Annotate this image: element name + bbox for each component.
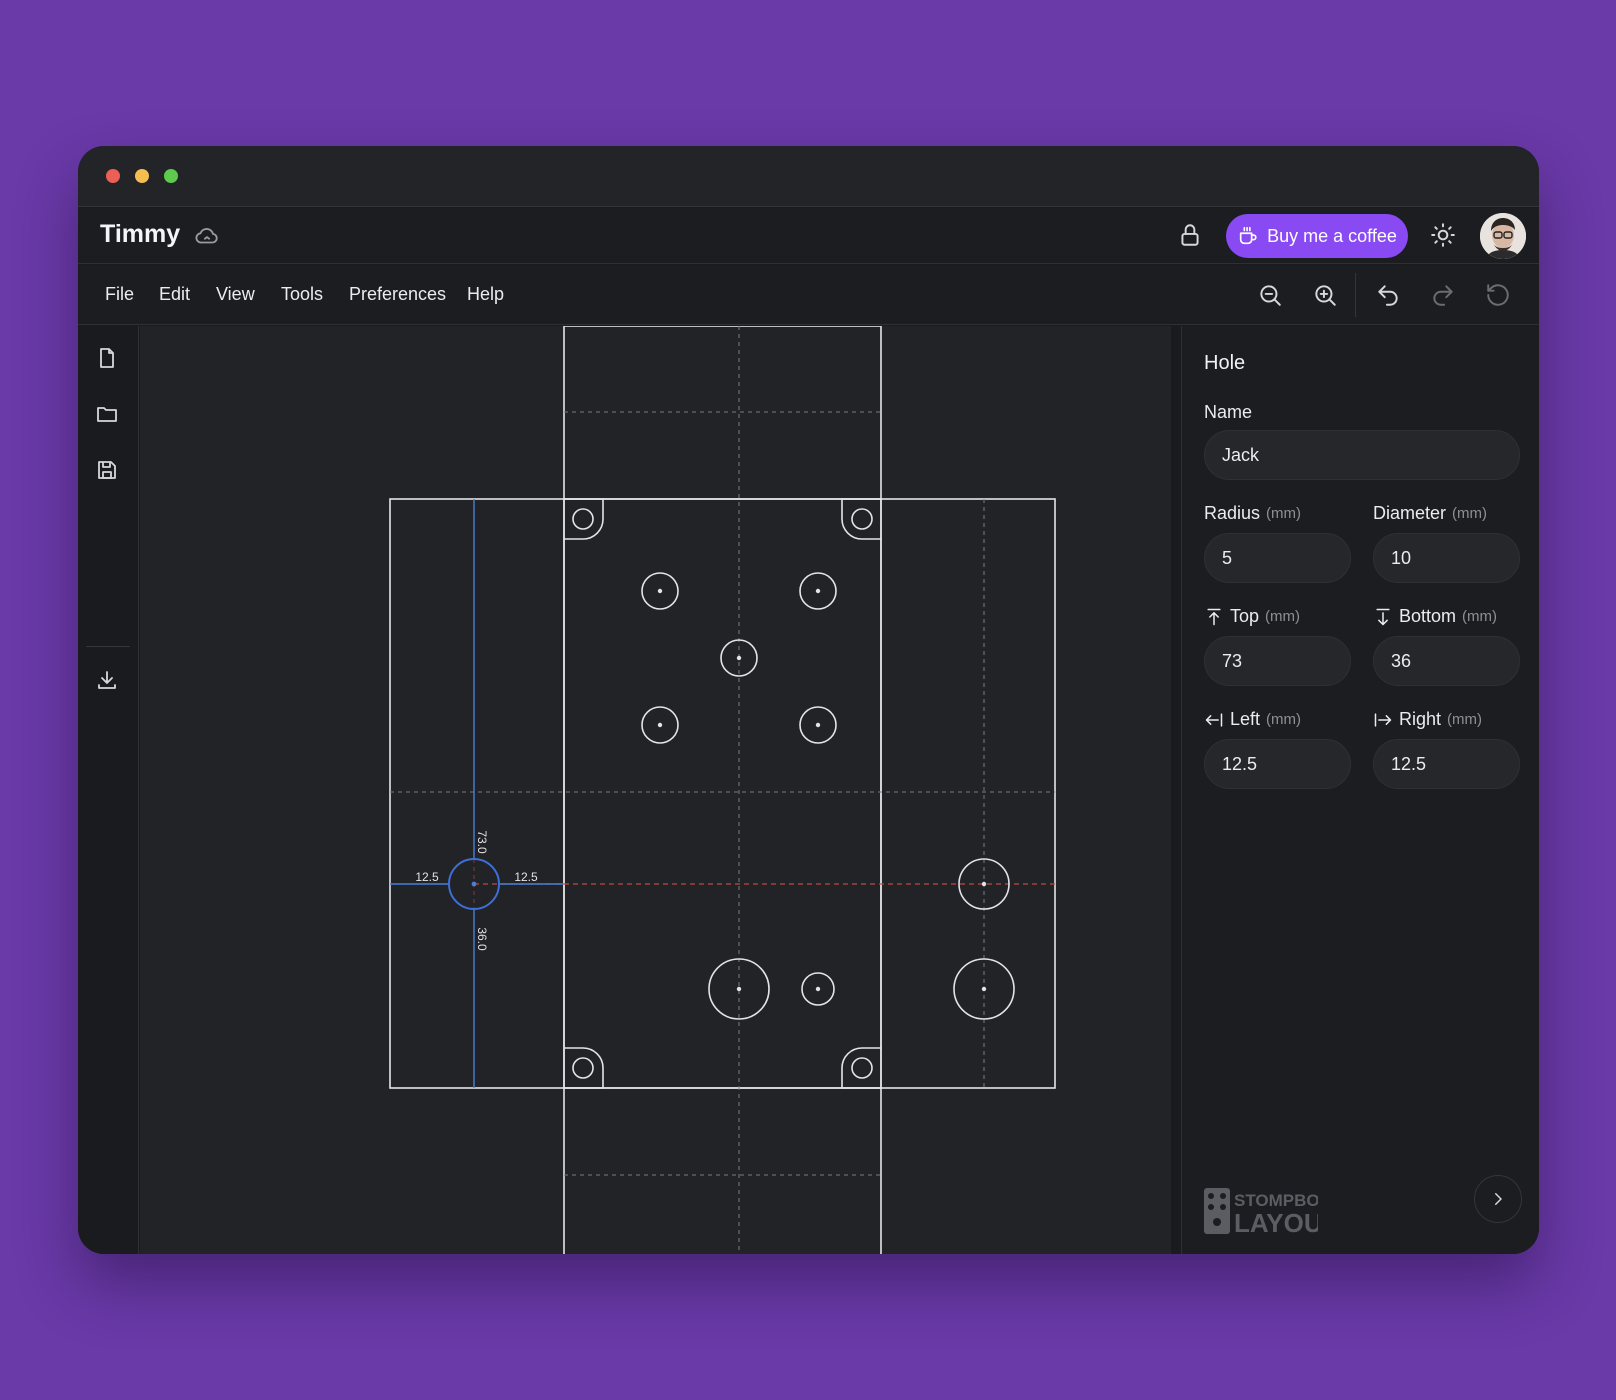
right-field-value: 12.5: [1391, 753, 1427, 774]
maximize-window-button[interactable]: [164, 169, 178, 183]
right-label-text: Right: [1399, 709, 1442, 729]
name-label-text: Name: [1204, 402, 1253, 422]
app-window: Timmy Buy me a coffee File Edit View Too…: [78, 146, 1539, 1254]
pot-holes: [641, 572, 1015, 1020]
top-unit: (mm): [1265, 608, 1301, 625]
window-titlebar: [78, 146, 1539, 207]
toolbar-divider: [1355, 273, 1356, 317]
name-label: Name: [1204, 402, 1252, 423]
selected-jack-hole[interactable]: [390, 499, 564, 1088]
diameter-label: Diameter (mm): [1373, 503, 1487, 524]
buy-coffee-label: Buy me a coffee: [1267, 225, 1397, 246]
radius-label: Radius (mm): [1204, 503, 1301, 524]
design-canvas[interactable]: 12.5 12.5 73.0 36.0: [140, 326, 1171, 1254]
chevron-right-icon: [1495, 1193, 1502, 1205]
redo-icon[interactable]: [1430, 282, 1456, 308]
cloud-sync-icon[interactable]: [194, 223, 220, 249]
arrow-left-to-line-icon: [1205, 712, 1223, 727]
collapse-panel-button[interactable]: [1474, 1175, 1522, 1223]
diameter-unit: (mm): [1452, 505, 1488, 522]
undo-icon[interactable]: [1375, 282, 1401, 308]
new-file-icon[interactable]: [95, 346, 119, 370]
bottom-label: Bottom (mm): [1373, 606, 1497, 627]
reset-icon[interactable]: [1485, 282, 1511, 308]
left-sidebar: [78, 326, 139, 1254]
theme-toggle-sun-icon[interactable]: [1430, 222, 1456, 248]
menu-edit[interactable]: Edit: [159, 284, 190, 305]
minimize-window-button[interactable]: [135, 169, 149, 183]
front-face-panel: [563, 498, 882, 1089]
radius-field-value: 5: [1222, 547, 1233, 568]
menu-preferences[interactable]: Preferences: [349, 284, 446, 305]
bottom-field-value: 36: [1391, 650, 1412, 671]
menu-tools[interactable]: Tools: [281, 284, 323, 305]
left-unit: (mm): [1266, 711, 1302, 728]
bottom-label-text: Bottom: [1399, 606, 1457, 626]
stompbox-layout-logo: STOMPBOX LAYOUT: [1204, 1188, 1318, 1236]
enclosure-drawing: 12.5 12.5 73.0 36.0: [389, 326, 1056, 1254]
panel-title: Hole: [1204, 352, 1246, 374]
sidebar-divider: [86, 646, 130, 647]
right-field[interactable]: 12.5: [1373, 739, 1520, 789]
bottom-field[interactable]: 36: [1373, 636, 1520, 686]
logo-line2: LAYOUT: [1234, 1208, 1318, 1236]
bottom-unit: (mm): [1462, 608, 1498, 625]
menu-file[interactable]: File: [105, 284, 134, 305]
diameter-field[interactable]: 10: [1373, 533, 1520, 583]
menu-view[interactable]: View: [216, 284, 255, 305]
bottom-side-panel: [563, 1087, 882, 1254]
arrow-down-to-line-icon: [1376, 608, 1390, 625]
diameter-field-value: 10: [1391, 547, 1412, 568]
radius-label-text: Radius: [1204, 503, 1261, 523]
app-title: Timmy: [100, 220, 181, 248]
top-field[interactable]: 73: [1204, 636, 1351, 686]
radius-unit: (mm): [1266, 505, 1302, 522]
top-field-value: 73: [1222, 650, 1243, 671]
coffee-cup-icon: [1239, 226, 1257, 245]
left-field-value: 12.5: [1222, 753, 1258, 774]
left-label: Left (mm): [1204, 709, 1301, 730]
corner-screw-bosses: [564, 498, 881, 1089]
diameter-label-text: Diameter: [1373, 503, 1447, 523]
dim-left-label: 12.5: [415, 870, 439, 884]
menu-help[interactable]: Help: [467, 284, 504, 305]
buy-coffee-button[interactable]: Buy me a coffee: [1226, 214, 1408, 258]
arrow-right-from-line-icon: [1374, 712, 1392, 727]
top-side-panel: [563, 326, 882, 500]
left-side-panel: [389, 498, 565, 1089]
left-label-text: Left: [1230, 709, 1261, 729]
right-unit: (mm): [1447, 711, 1483, 728]
radius-field[interactable]: 5: [1204, 533, 1351, 583]
name-field-value: Jack: [1222, 444, 1260, 465]
zoom-in-icon[interactable]: [1312, 282, 1338, 308]
dim-top-label: 73.0: [475, 830, 489, 854]
download-icon[interactable]: [95, 668, 119, 692]
user-avatar[interactable]: [1480, 213, 1526, 259]
close-window-button[interactable]: [106, 169, 120, 183]
right-label: Right (mm): [1373, 709, 1482, 730]
right-side-panel: [880, 498, 1056, 1089]
open-folder-icon[interactable]: [95, 402, 119, 426]
top-label-text: Top: [1230, 606, 1260, 626]
dim-right-label: 12.5: [514, 870, 538, 884]
left-field[interactable]: 12.5: [1204, 739, 1351, 789]
top-label: Top (mm): [1204, 606, 1300, 627]
arrow-up-to-line-icon: [1207, 608, 1221, 625]
name-field[interactable]: Jack: [1204, 430, 1520, 480]
zoom-out-icon[interactable]: [1257, 282, 1283, 308]
save-icon[interactable]: [95, 458, 119, 482]
dim-bottom-label: 36.0: [475, 927, 489, 951]
lock-icon[interactable]: [1177, 222, 1203, 248]
properties-panel: Hole Name Jack Radius (mm) 5 Diameter (m…: [1181, 326, 1539, 1254]
menu-bar: File Edit View Tools Preferences Help: [78, 265, 1539, 325]
app-header: Timmy Buy me a coffee: [78, 208, 1539, 264]
